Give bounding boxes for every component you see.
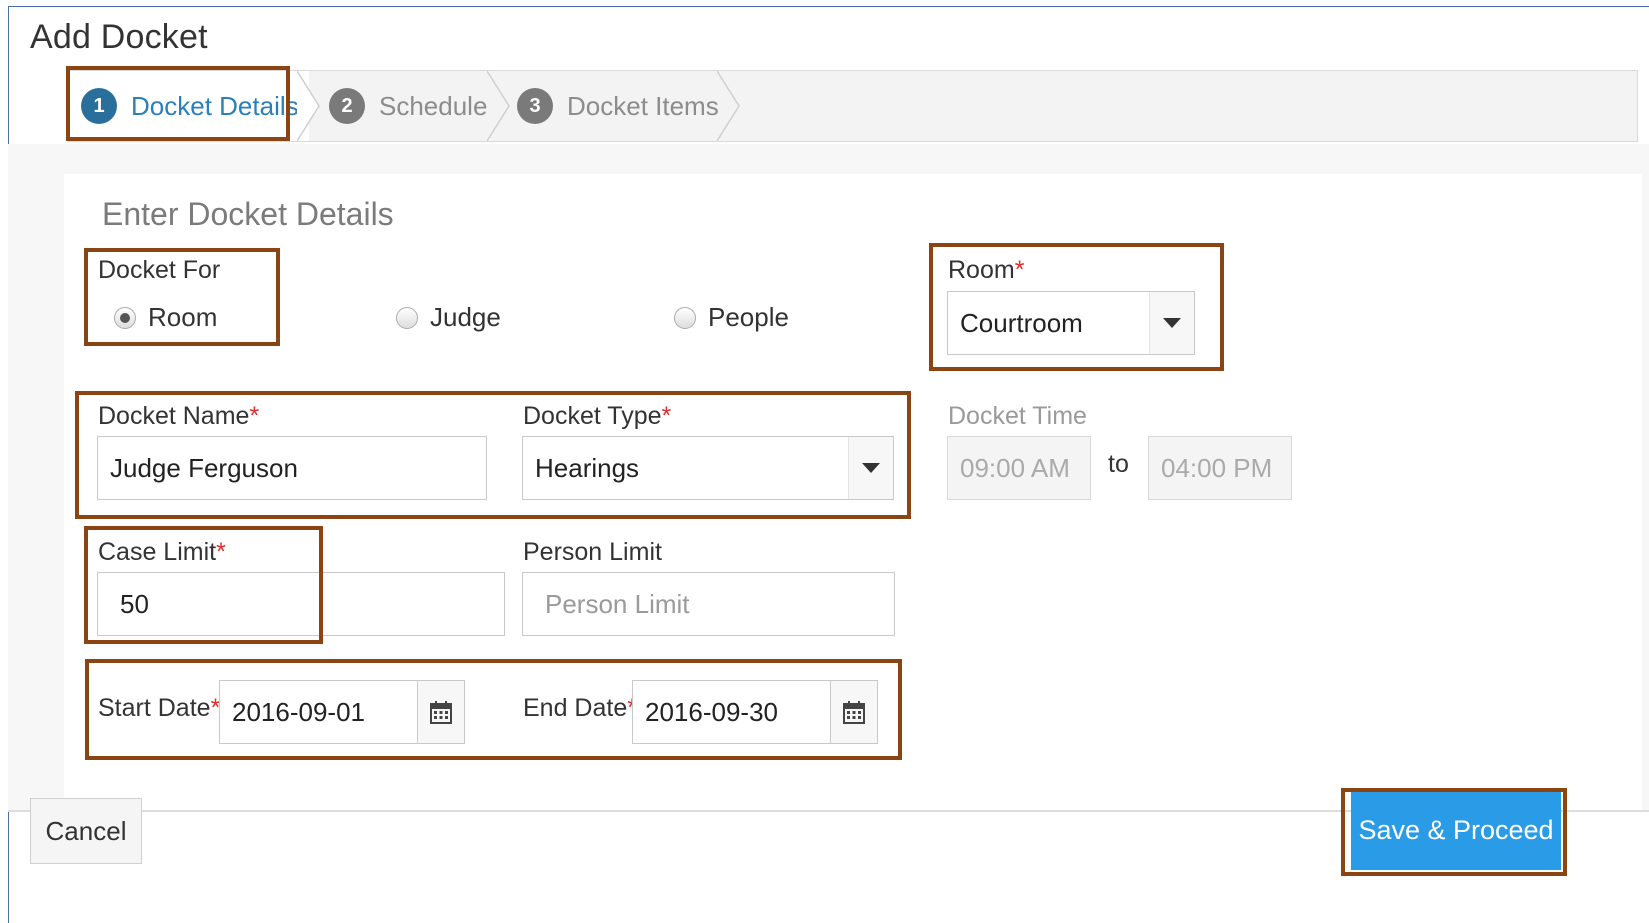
highlight-box: [929, 243, 1224, 371]
docket-time-from-input: 09:00 AM: [947, 436, 1091, 500]
step-schedule[interactable]: 2 Schedule: [329, 71, 509, 141]
step-separator-icon: [487, 71, 510, 141]
step-docket-items[interactable]: 3 Docket Items: [517, 71, 727, 141]
cancel-button[interactable]: Cancel: [30, 798, 142, 864]
highlight-box: [84, 526, 323, 644]
step-separator-icon: [717, 71, 740, 141]
highlight-box: [66, 66, 290, 141]
step-number: 2: [329, 88, 365, 124]
section-title: Enter Docket Details: [102, 196, 394, 232]
radio-label: People: [708, 302, 789, 332]
person-limit-label: Person Limit: [523, 538, 662, 566]
step-separator-icon: [297, 71, 320, 141]
docket-time-label: Docket Time: [948, 402, 1087, 430]
step-number: 3: [517, 88, 553, 124]
highlight-box: [1341, 788, 1567, 876]
highlight-box: [75, 391, 911, 519]
step-label: Schedule: [379, 90, 488, 121]
radio-judge[interactable]: Judge: [396, 302, 501, 333]
time-separator: to: [1108, 450, 1129, 478]
wizard-steps: 1 Docket Details 2 Schedule 3 Docket Ite…: [68, 70, 1638, 142]
radio-unselected-icon: [396, 306, 418, 329]
dialog-title: Add Docket: [30, 18, 208, 56]
highlight-box: [85, 659, 902, 760]
time-to-value: 04:00 PM: [1161, 452, 1273, 483]
radio-label: Judge: [430, 302, 501, 332]
docket-time-to-input: 04:00 PM: [1148, 436, 1292, 500]
person-limit-input[interactable]: Person Limit: [522, 572, 895, 636]
step-label: Docket Items: [567, 90, 719, 121]
radio-unselected-icon: [674, 306, 696, 329]
radio-people[interactable]: People: [674, 302, 789, 333]
person-limit-placeholder: Person Limit: [545, 588, 690, 619]
highlight-box: [84, 248, 280, 346]
time-from-value: 09:00 AM: [960, 452, 1070, 483]
